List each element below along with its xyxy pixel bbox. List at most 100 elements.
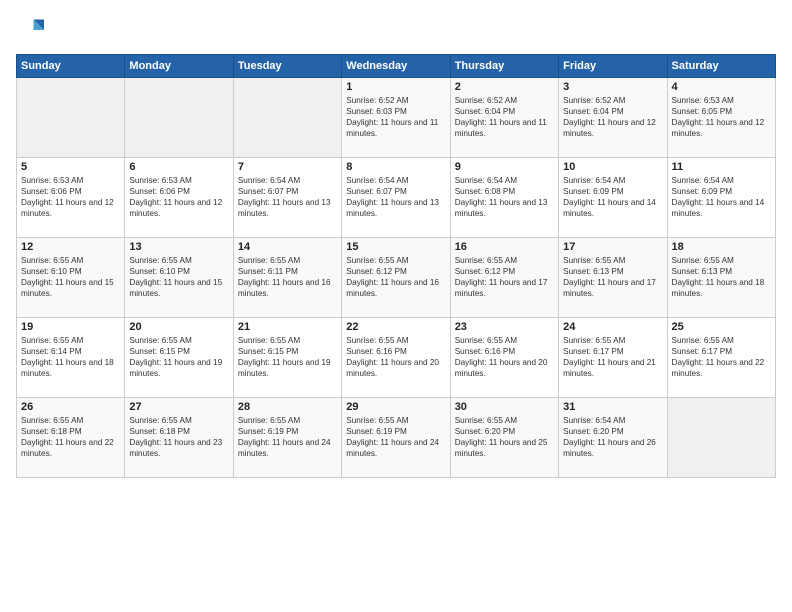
day-number: 22 xyxy=(346,321,445,333)
calendar-cell: 18 Sunrise: 6:55 AMSunset: 6:13 PMDaylig… xyxy=(667,238,775,318)
day-number: 16 xyxy=(455,241,554,253)
calendar-week-row: 12 Sunrise: 6:55 AMSunset: 6:10 PMDaylig… xyxy=(17,238,776,318)
calendar-cell: 3 Sunrise: 6:52 AMSunset: 6:04 PMDayligh… xyxy=(559,78,667,158)
day-number: 2 xyxy=(455,81,554,93)
calendar-cell xyxy=(17,78,125,158)
day-number: 13 xyxy=(129,241,228,253)
calendar-cell: 31 Sunrise: 6:54 AMSunset: 6:20 PMDaylig… xyxy=(559,398,667,478)
calendar-cell: 17 Sunrise: 6:55 AMSunset: 6:13 PMDaylig… xyxy=(559,238,667,318)
day-number: 4 xyxy=(672,81,771,93)
calendar-cell: 26 Sunrise: 6:55 AMSunset: 6:18 PMDaylig… xyxy=(17,398,125,478)
day-number: 20 xyxy=(129,321,228,333)
calendar-cell: 28 Sunrise: 6:55 AMSunset: 6:19 PMDaylig… xyxy=(233,398,341,478)
logo-icon xyxy=(16,16,44,44)
cell-text: Sunrise: 6:52 AMSunset: 6:04 PMDaylight:… xyxy=(563,96,656,138)
calendar-cell: 20 Sunrise: 6:55 AMSunset: 6:15 PMDaylig… xyxy=(125,318,233,398)
cell-text: Sunrise: 6:54 AMSunset: 6:08 PMDaylight:… xyxy=(455,176,548,218)
calendar-cell: 27 Sunrise: 6:55 AMSunset: 6:18 PMDaylig… xyxy=(125,398,233,478)
day-number: 27 xyxy=(129,401,228,413)
header xyxy=(16,16,776,44)
cell-text: Sunrise: 6:55 AMSunset: 6:18 PMDaylight:… xyxy=(21,416,114,458)
weekday-header: Thursday xyxy=(450,55,558,78)
cell-text: Sunrise: 6:55 AMSunset: 6:10 PMDaylight:… xyxy=(21,256,114,298)
calendar-cell: 6 Sunrise: 6:53 AMSunset: 6:06 PMDayligh… xyxy=(125,158,233,238)
calendar-cell xyxy=(125,78,233,158)
calendar-cell xyxy=(667,398,775,478)
calendar-cell: 9 Sunrise: 6:54 AMSunset: 6:08 PMDayligh… xyxy=(450,158,558,238)
cell-text: Sunrise: 6:54 AMSunset: 6:20 PMDaylight:… xyxy=(563,416,656,458)
day-number: 28 xyxy=(238,401,337,413)
cell-text: Sunrise: 6:55 AMSunset: 6:13 PMDaylight:… xyxy=(563,256,656,298)
cell-text: Sunrise: 6:55 AMSunset: 6:19 PMDaylight:… xyxy=(346,416,439,458)
calendar-cell: 14 Sunrise: 6:55 AMSunset: 6:11 PMDaylig… xyxy=(233,238,341,318)
cell-text: Sunrise: 6:54 AMSunset: 6:09 PMDaylight:… xyxy=(672,176,765,218)
cell-text: Sunrise: 6:55 AMSunset: 6:13 PMDaylight:… xyxy=(672,256,765,298)
day-number: 10 xyxy=(563,161,662,173)
calendar-week-row: 19 Sunrise: 6:55 AMSunset: 6:14 PMDaylig… xyxy=(17,318,776,398)
day-number: 24 xyxy=(563,321,662,333)
calendar-cell: 8 Sunrise: 6:54 AMSunset: 6:07 PMDayligh… xyxy=(342,158,450,238)
day-number: 11 xyxy=(672,161,771,173)
cell-text: Sunrise: 6:54 AMSunset: 6:07 PMDaylight:… xyxy=(238,176,331,218)
calendar-cell: 16 Sunrise: 6:55 AMSunset: 6:12 PMDaylig… xyxy=(450,238,558,318)
weekday-header: Tuesday xyxy=(233,55,341,78)
calendar-cell: 1 Sunrise: 6:52 AMSunset: 6:03 PMDayligh… xyxy=(342,78,450,158)
cell-text: Sunrise: 6:55 AMSunset: 6:19 PMDaylight:… xyxy=(238,416,331,458)
weekday-header: Friday xyxy=(559,55,667,78)
day-number: 9 xyxy=(455,161,554,173)
calendar-cell: 10 Sunrise: 6:54 AMSunset: 6:09 PMDaylig… xyxy=(559,158,667,238)
day-number: 12 xyxy=(21,241,120,253)
weekday-header: Sunday xyxy=(17,55,125,78)
cell-text: Sunrise: 6:52 AMSunset: 6:04 PMDaylight:… xyxy=(455,96,547,138)
calendar-cell xyxy=(233,78,341,158)
calendar-cell: 4 Sunrise: 6:53 AMSunset: 6:05 PMDayligh… xyxy=(667,78,775,158)
calendar-cell: 11 Sunrise: 6:54 AMSunset: 6:09 PMDaylig… xyxy=(667,158,775,238)
weekday-header: Wednesday xyxy=(342,55,450,78)
calendar-week-row: 5 Sunrise: 6:53 AMSunset: 6:06 PMDayligh… xyxy=(17,158,776,238)
day-number: 31 xyxy=(563,401,662,413)
day-number: 5 xyxy=(21,161,120,173)
calendar-cell: 13 Sunrise: 6:55 AMSunset: 6:10 PMDaylig… xyxy=(125,238,233,318)
cell-text: Sunrise: 6:52 AMSunset: 6:03 PMDaylight:… xyxy=(346,96,438,138)
calendar-cell: 21 Sunrise: 6:55 AMSunset: 6:15 PMDaylig… xyxy=(233,318,341,398)
day-number: 18 xyxy=(672,241,771,253)
cell-text: Sunrise: 6:55 AMSunset: 6:14 PMDaylight:… xyxy=(21,336,114,378)
day-number: 23 xyxy=(455,321,554,333)
cell-text: Sunrise: 6:55 AMSunset: 6:15 PMDaylight:… xyxy=(129,336,222,378)
cell-text: Sunrise: 6:55 AMSunset: 6:17 PMDaylight:… xyxy=(563,336,656,378)
calendar-cell: 24 Sunrise: 6:55 AMSunset: 6:17 PMDaylig… xyxy=(559,318,667,398)
cell-text: Sunrise: 6:55 AMSunset: 6:11 PMDaylight:… xyxy=(238,256,331,298)
cell-text: Sunrise: 6:53 AMSunset: 6:06 PMDaylight:… xyxy=(129,176,222,218)
day-number: 8 xyxy=(346,161,445,173)
day-number: 30 xyxy=(455,401,554,413)
day-number: 17 xyxy=(563,241,662,253)
day-number: 3 xyxy=(563,81,662,93)
calendar-body: 1 Sunrise: 6:52 AMSunset: 6:03 PMDayligh… xyxy=(17,78,776,478)
weekday-row: SundayMondayTuesdayWednesdayThursdayFrid… xyxy=(17,55,776,78)
cell-text: Sunrise: 6:55 AMSunset: 6:20 PMDaylight:… xyxy=(455,416,548,458)
cell-text: Sunrise: 6:54 AMSunset: 6:07 PMDaylight:… xyxy=(346,176,439,218)
weekday-header: Monday xyxy=(125,55,233,78)
calendar-cell: 7 Sunrise: 6:54 AMSunset: 6:07 PMDayligh… xyxy=(233,158,341,238)
cell-text: Sunrise: 6:55 AMSunset: 6:15 PMDaylight:… xyxy=(238,336,331,378)
day-number: 6 xyxy=(129,161,228,173)
calendar-cell: 22 Sunrise: 6:55 AMSunset: 6:16 PMDaylig… xyxy=(342,318,450,398)
cell-text: Sunrise: 6:55 AMSunset: 6:10 PMDaylight:… xyxy=(129,256,222,298)
day-number: 1 xyxy=(346,81,445,93)
cell-text: Sunrise: 6:55 AMSunset: 6:16 PMDaylight:… xyxy=(455,336,548,378)
calendar-header: SundayMondayTuesdayWednesdayThursdayFrid… xyxy=(17,55,776,78)
cell-text: Sunrise: 6:53 AMSunset: 6:06 PMDaylight:… xyxy=(21,176,114,218)
cell-text: Sunrise: 6:54 AMSunset: 6:09 PMDaylight:… xyxy=(563,176,656,218)
calendar-cell: 29 Sunrise: 6:55 AMSunset: 6:19 PMDaylig… xyxy=(342,398,450,478)
cell-text: Sunrise: 6:53 AMSunset: 6:05 PMDaylight:… xyxy=(672,96,765,138)
calendar-cell: 25 Sunrise: 6:55 AMSunset: 6:17 PMDaylig… xyxy=(667,318,775,398)
day-number: 14 xyxy=(238,241,337,253)
cell-text: Sunrise: 6:55 AMSunset: 6:16 PMDaylight:… xyxy=(346,336,439,378)
calendar-cell: 23 Sunrise: 6:55 AMSunset: 6:16 PMDaylig… xyxy=(450,318,558,398)
day-number: 19 xyxy=(21,321,120,333)
page: SundayMondayTuesdayWednesdayThursdayFrid… xyxy=(0,0,792,612)
cell-text: Sunrise: 6:55 AMSunset: 6:18 PMDaylight:… xyxy=(129,416,222,458)
calendar-table: SundayMondayTuesdayWednesdayThursdayFrid… xyxy=(16,54,776,478)
day-number: 7 xyxy=(238,161,337,173)
cell-text: Sunrise: 6:55 AMSunset: 6:17 PMDaylight:… xyxy=(672,336,765,378)
